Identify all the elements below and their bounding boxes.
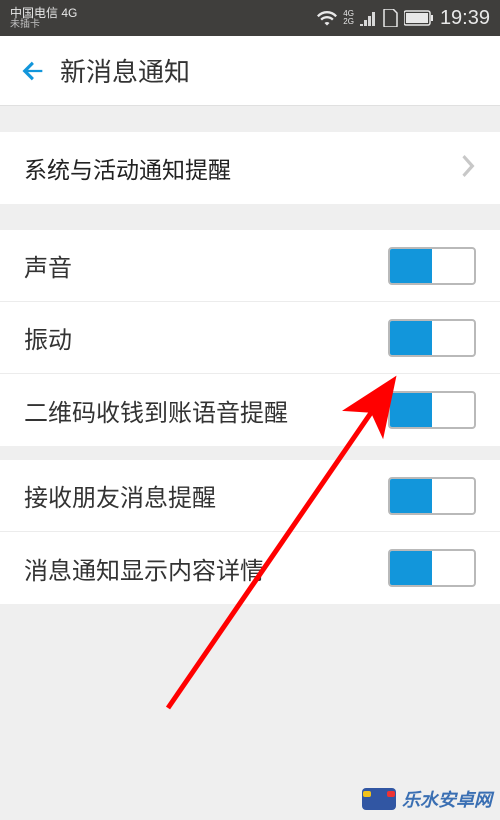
wifi-icon <box>317 10 337 26</box>
battery-icon <box>404 10 434 26</box>
row-vibrate: 振动 <box>0 302 500 374</box>
status-carrier: 中国电信 4G 未插卡 <box>10 7 77 30</box>
row-label: 声音 <box>24 248 72 283</box>
watermark-text: 乐水安卓网 <box>402 786 492 812</box>
row-label: 系统与活动通知提醒 <box>24 151 231 185</box>
back-button[interactable] <box>8 36 58 105</box>
watermark: 乐水安卓网 <box>362 786 492 812</box>
title-bar: 新消息通知 <box>0 36 500 106</box>
gamepad-icon <box>362 788 396 810</box>
status-right: 4G 2G 19:39 <box>317 7 490 30</box>
row-label: 消息通知显示内容详情 <box>24 551 264 586</box>
toggle-sound[interactable] <box>388 247 476 285</box>
carrier-label: 中国电信 4G <box>10 7 77 19</box>
sim-note: 未插卡 <box>10 20 77 30</box>
toggle-show-detail[interactable] <box>388 549 476 587</box>
row-system-notice[interactable]: 系统与活动通知提醒 <box>0 132 500 204</box>
status-bar: 中国电信 4G 未插卡 4G 2G 19:39 <box>0 0 500 36</box>
section-gap <box>0 106 500 132</box>
network-type: 4G 2G <box>343 10 354 26</box>
section-gap <box>0 204 500 230</box>
toggle-qr-voice[interactable] <box>388 391 476 429</box>
row-sound: 声音 <box>0 230 500 302</box>
row-label: 振动 <box>24 320 72 355</box>
section-gap <box>0 446 500 460</box>
row-label: 接收朋友消息提醒 <box>24 478 216 513</box>
clock: 19:39 <box>440 7 490 30</box>
toggle-friend-msg[interactable] <box>388 477 476 515</box>
sim-icon <box>382 9 398 27</box>
row-show-detail: 消息通知显示内容详情 <box>0 532 500 604</box>
row-label: 二维码收钱到账语音提醒 <box>24 393 288 428</box>
signal-icon <box>360 10 376 26</box>
page-title: 新消息通知 <box>60 52 190 89</box>
toggle-vibrate[interactable] <box>388 319 476 357</box>
net-2g: 2G <box>343 18 354 26</box>
row-qr-voice: 二维码收钱到账语音提醒 <box>0 374 500 446</box>
row-friend-msg: 接收朋友消息提醒 <box>0 460 500 532</box>
arrow-left-icon <box>19 57 47 85</box>
chevron-right-icon <box>462 155 476 182</box>
